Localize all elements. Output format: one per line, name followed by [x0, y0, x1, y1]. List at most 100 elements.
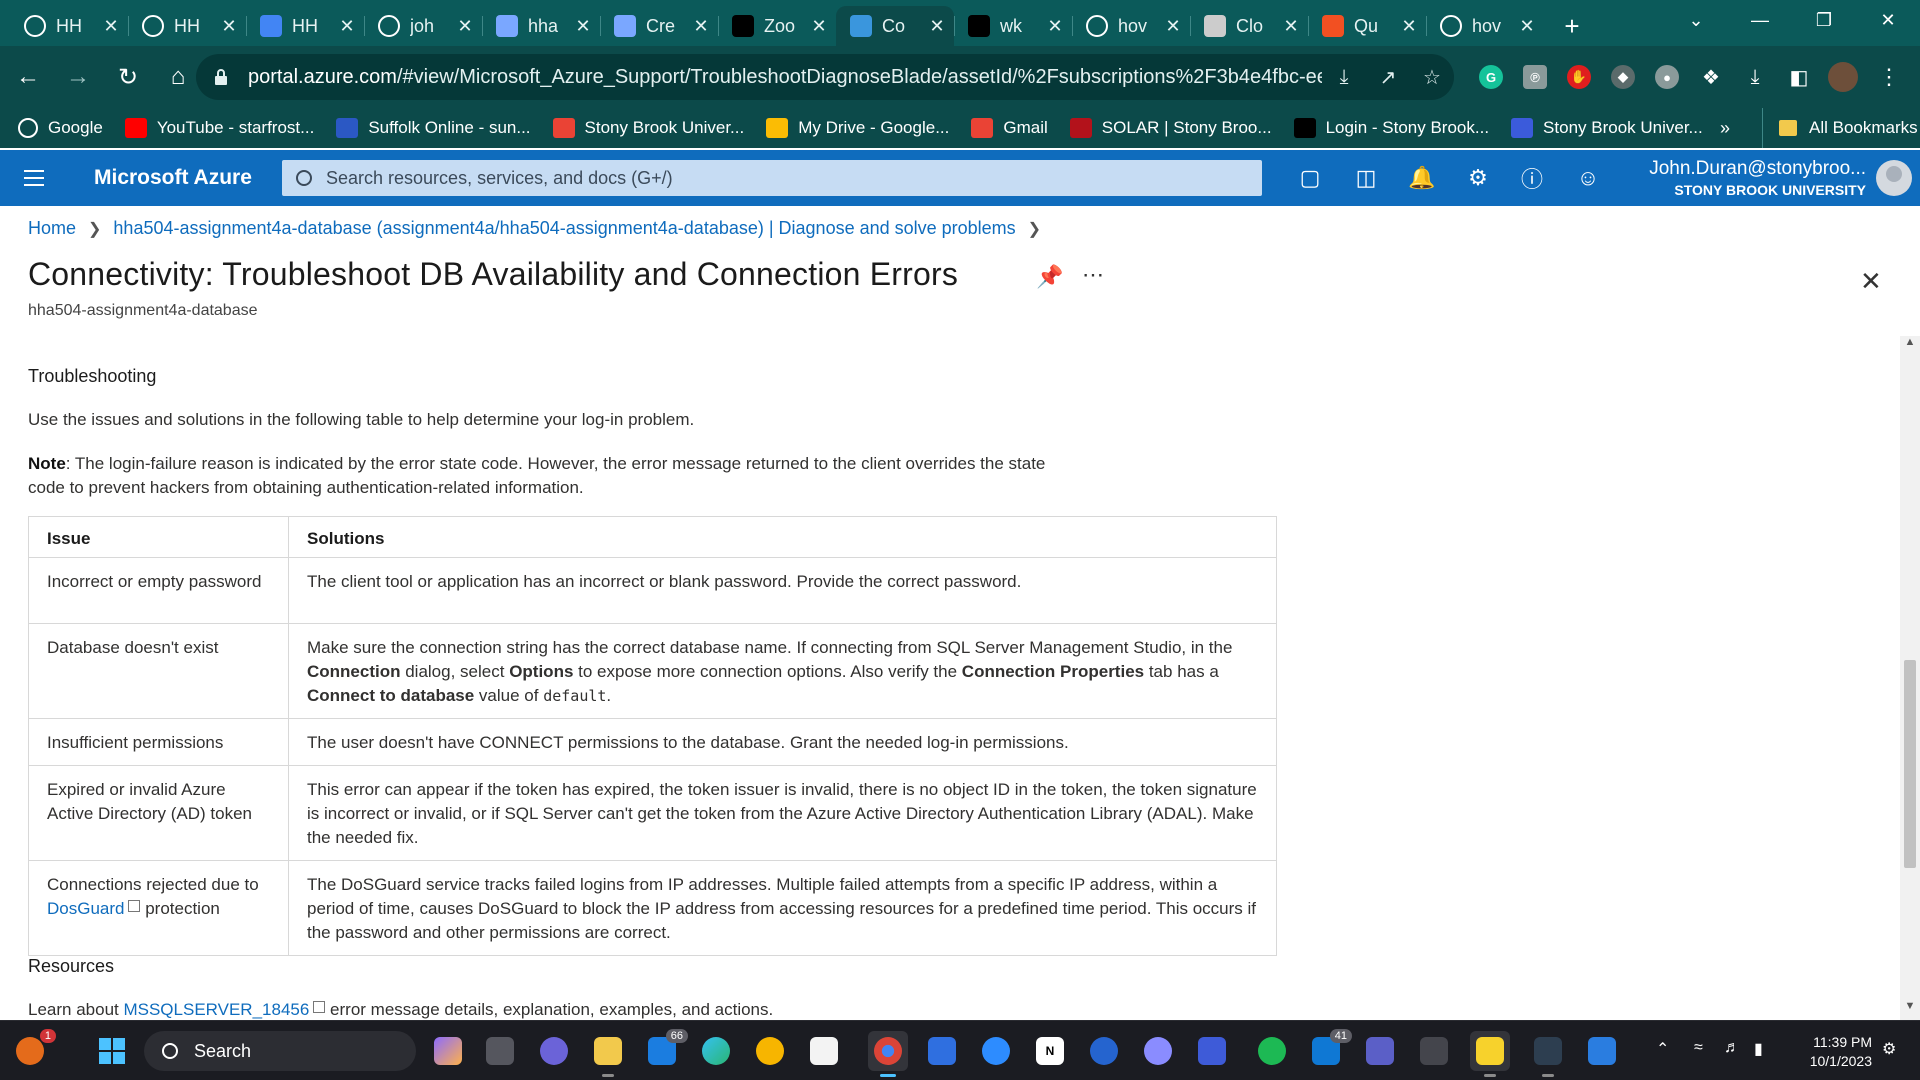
- extension-icon[interactable]: ℗: [1516, 58, 1554, 96]
- global-search-input[interactable]: Search resources, services, and docs (G+…: [282, 160, 1262, 196]
- dosguard-link[interactable]: DosGuard: [47, 899, 124, 918]
- close-blade-icon[interactable]: ✕: [1860, 266, 1882, 297]
- side-panel-icon[interactable]: ◧: [1780, 58, 1818, 96]
- breadcrumb-home[interactable]: Home: [28, 218, 76, 239]
- minimize-icon[interactable]: —: [1730, 0, 1790, 40]
- close-tab-icon[interactable]: ✕: [1046, 16, 1064, 37]
- bookmark-item[interactable]: SOLAR | Stony Broo...: [1069, 118, 1272, 138]
- close-tab-icon[interactable]: ✕: [1282, 16, 1300, 37]
- app-icon[interactable]: [1414, 1031, 1454, 1071]
- feedback-icon[interactable]: ☺: [1568, 158, 1608, 198]
- bookmark-item[interactable]: Suffolk Online - sun...: [336, 118, 531, 138]
- calendar-icon[interactable]: [922, 1031, 962, 1071]
- browser-tab[interactable]: wk ✕: [954, 6, 1072, 46]
- bookmark-item[interactable]: Stony Brook Univer...: [1511, 118, 1703, 138]
- avatar[interactable]: [1876, 160, 1912, 196]
- help-icon[interactable]: ⓘ: [1512, 158, 1552, 198]
- file-explorer-icon[interactable]: [588, 1031, 628, 1077]
- close-tab-icon[interactable]: ✕: [1400, 16, 1418, 37]
- close-tab-icon[interactable]: ✕: [810, 16, 828, 37]
- close-tab-icon[interactable]: ✕: [220, 16, 238, 37]
- zoom-icon[interactable]: [976, 1031, 1016, 1071]
- forward-icon[interactable]: →: [56, 55, 100, 99]
- browser-tab[interactable]: Cre ✕: [600, 6, 718, 46]
- home-icon[interactable]: ⌂: [156, 55, 200, 99]
- spotify-icon[interactable]: [1252, 1031, 1292, 1071]
- scroll-thumb[interactable]: [1904, 660, 1916, 868]
- outlook-icon[interactable]: 41: [1306, 1029, 1352, 1071]
- settings-app-icon[interactable]: [1138, 1031, 1178, 1071]
- pin-icon[interactable]: 📌: [1036, 264, 1063, 290]
- directory-filter-icon[interactable]: ◫: [1346, 158, 1386, 198]
- azure-data-studio-icon[interactable]: [1582, 1031, 1622, 1071]
- tab-search-icon[interactable]: ⌄: [1666, 0, 1726, 40]
- more-options-icon[interactable]: ⋯: [1082, 262, 1104, 288]
- extension-icon[interactable]: ◆: [1604, 58, 1642, 96]
- menu-dots-icon[interactable]: ⋮: [1870, 58, 1908, 96]
- todo-icon[interactable]: [1084, 1031, 1124, 1071]
- app-icon[interactable]: [1192, 1031, 1232, 1071]
- taskbar-search[interactable]: Search: [144, 1031, 416, 1071]
- extension-icon[interactable]: ●: [1648, 58, 1686, 96]
- more-bookmarks-button[interactable]: »: [1720, 108, 1730, 148]
- mssqlserver-link[interactable]: MSSQLSERVER_18456: [123, 1000, 309, 1019]
- azure-brand[interactable]: Microsoft Azure: [94, 166, 282, 190]
- sticky-notes-icon[interactable]: [1470, 1031, 1510, 1077]
- puzzle-icon[interactable]: ❖: [1692, 58, 1730, 96]
- chat-icon[interactable]: [534, 1031, 574, 1071]
- bookmark-item[interactable]: My Drive - Google...: [766, 118, 949, 138]
- scroll-down-icon[interactable]: ▼: [1900, 1000, 1920, 1020]
- restore-icon[interactable]: ❐: [1794, 0, 1854, 40]
- back-icon[interactable]: ←: [6, 55, 50, 99]
- share-icon[interactable]: ↗: [1366, 65, 1410, 90]
- bookmark-item[interactable]: Stony Brook Univer...: [552, 118, 744, 138]
- download-icon[interactable]: ⤓: [1736, 58, 1774, 96]
- notifications-icon[interactable]: 🔔: [1402, 158, 1442, 198]
- account-info[interactable]: John.Duran@stonybroo... STONY BROOK UNIV…: [1649, 158, 1866, 198]
- browser-tab[interactable]: Co ✕: [836, 6, 954, 46]
- breadcrumb-resource[interactable]: hha504-assignment4a-database (assignment…: [113, 218, 1015, 239]
- settings-gear-icon[interactable]: ⚙: [1458, 158, 1498, 198]
- bookmark-item[interactable]: YouTube - starfrost...: [124, 118, 314, 138]
- browser-tab[interactable]: hov ✕: [1426, 6, 1544, 46]
- close-tab-icon[interactable]: ✕: [928, 16, 946, 37]
- profile-avatar-icon[interactable]: [1824, 58, 1862, 96]
- browser-tab[interactable]: joh ✕: [364, 6, 482, 46]
- install-icon[interactable]: ⤓: [1322, 66, 1366, 89]
- close-tab-icon[interactable]: ✕: [692, 16, 710, 37]
- vertical-scrollbar[interactable]: ▲ ▼: [1900, 336, 1920, 1020]
- tray-overflow-icon[interactable]: ⌃: [1656, 1039, 1669, 1059]
- mail-icon[interactable]: 66: [642, 1029, 688, 1071]
- widgets-icon[interactable]: 1: [10, 1029, 56, 1071]
- notion-icon[interactable]: N: [1030, 1031, 1070, 1071]
- task-view-icon[interactable]: [480, 1031, 520, 1071]
- chrome-icon[interactable]: [868, 1031, 908, 1077]
- start-windows-icon[interactable]: [92, 1031, 132, 1071]
- bookmark-item[interactable]: Login - Stony Brook...: [1293, 118, 1489, 138]
- system-clock[interactable]: 11:39 PM 10/1/2023: [1792, 1033, 1872, 1071]
- close-tab-icon[interactable]: ✕: [338, 16, 356, 37]
- notification-center-icon[interactable]: ⚙: [1882, 1039, 1896, 1059]
- browser-tab[interactable]: hov ✕: [1072, 6, 1190, 46]
- close-window-icon[interactable]: ✕: [1858, 0, 1918, 40]
- adblock-icon[interactable]: ✋: [1560, 58, 1598, 96]
- bookmark-star-icon[interactable]: ☆: [1410, 65, 1454, 90]
- browser-tab[interactable]: Zoo ✕: [718, 6, 836, 46]
- close-tab-icon[interactable]: ✕: [574, 16, 592, 37]
- browser-tab[interactable]: HH ✕: [128, 6, 246, 46]
- copilot-icon[interactable]: [428, 1031, 468, 1071]
- browser-tab[interactable]: HH ✕: [10, 6, 128, 46]
- battery-icon[interactable]: ▮: [1754, 1039, 1763, 1059]
- browser-tab[interactable]: Qu ✕: [1308, 6, 1426, 46]
- teams-icon[interactable]: [1360, 1031, 1400, 1071]
- bookmark-item[interactable]: Gmail: [971, 118, 1048, 138]
- browser-tab[interactable]: HH ✕: [246, 6, 364, 46]
- bookmark-item[interactable]: Google: [18, 118, 103, 138]
- scroll-up-icon[interactable]: ▲: [1900, 336, 1920, 356]
- reload-icon[interactable]: ↻: [106, 55, 150, 99]
- weather-icon[interactable]: [750, 1031, 790, 1071]
- browser-tab[interactable]: hha ✕: [482, 6, 600, 46]
- close-tab-icon[interactable]: ✕: [1164, 16, 1182, 37]
- edge-icon[interactable]: [696, 1031, 736, 1071]
- close-tab-icon[interactable]: ✕: [1518, 16, 1536, 37]
